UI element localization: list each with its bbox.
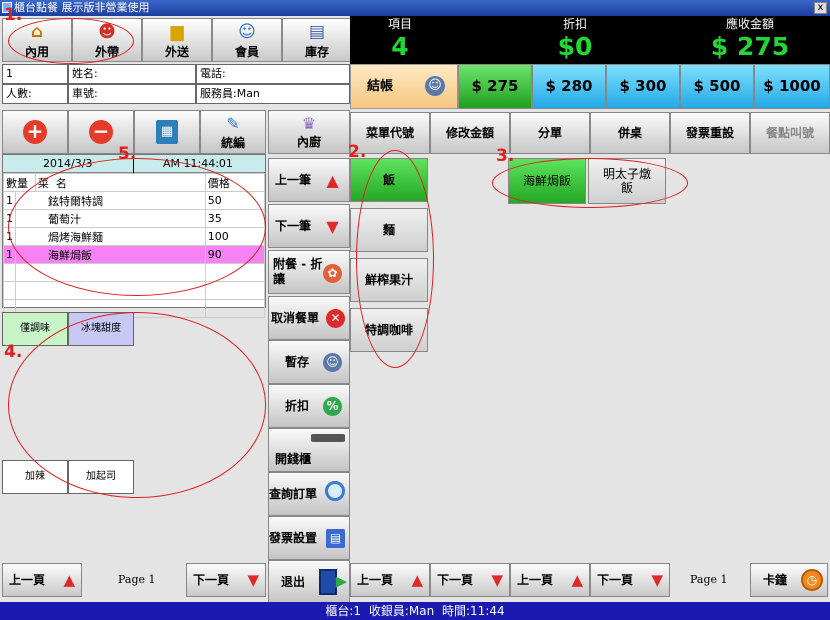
quick-amount-280-button[interactable]: $ 280 bbox=[532, 64, 606, 109]
cashier-icon: ☺ bbox=[425, 76, 445, 96]
add-button[interactable]: + bbox=[2, 110, 68, 154]
annotation-circle-1 bbox=[8, 18, 134, 64]
arrow-down-icon: ▼ bbox=[491, 571, 503, 589]
name-field[interactable]: 姓名: bbox=[68, 64, 196, 84]
search-icon bbox=[325, 481, 345, 501]
close-button[interactable]: x bbox=[814, 2, 827, 14]
inventory-icon: ▤ bbox=[308, 22, 326, 42]
cancel-order-button[interactable]: 取消餐單 ✕ bbox=[268, 296, 350, 340]
item-page-indicator: Page 1 bbox=[690, 573, 728, 586]
discount-stat: 折扣 $0 bbox=[557, 17, 593, 61]
arrow-up-icon: ▲ bbox=[326, 171, 339, 190]
calculator-button[interactable]: ▦ bbox=[134, 110, 200, 154]
exit-door-icon bbox=[319, 569, 337, 595]
split-order-button[interactable]: 分單 bbox=[510, 112, 590, 154]
discount-button[interactable]: 折扣 % bbox=[268, 384, 350, 428]
annotation-circle-4 bbox=[8, 312, 266, 498]
invoice-reset-button[interactable]: 發票重設 bbox=[670, 112, 750, 154]
arrow-down-icon: ▼ bbox=[326, 217, 339, 236]
person-icon: ☺ bbox=[323, 353, 342, 372]
query-order-button[interactable]: 查詢訂單 bbox=[268, 472, 350, 516]
annotation-label-2: 2. bbox=[348, 142, 367, 162]
annotation-label-5: 5. bbox=[118, 144, 137, 164]
previous-item-button[interactable]: 上一筆 ▲ bbox=[268, 158, 350, 202]
arrow-up-icon: ▲ bbox=[411, 571, 423, 589]
status-bar: 櫃台:1 收銀員:Man 時間:11:44 bbox=[0, 602, 830, 620]
kitchen-button[interactable]: ♛ 內廚 bbox=[268, 110, 350, 154]
order-prev-page-button[interactable]: 上一頁 ▲ bbox=[2, 563, 82, 597]
staff-field[interactable]: 服務員:Man bbox=[196, 84, 350, 104]
next-item-button[interactable]: 下一筆 ▼ bbox=[268, 204, 350, 248]
cash-drawer-icon bbox=[311, 434, 345, 442]
category-next-page-button[interactable]: 下一頁 ▼ bbox=[430, 563, 510, 597]
annotation-label-4: 4. bbox=[4, 342, 23, 362]
inventory-button[interactable]: ▤ 庫存 bbox=[282, 18, 352, 62]
category-prev-page-button[interactable]: 上一頁 ▲ bbox=[350, 563, 430, 597]
window-title: 櫃台點餐 展示版非營業使用 bbox=[14, 1, 150, 14]
member-button[interactable]: ☺ 會員 bbox=[212, 18, 282, 62]
order-next-page-button[interactable]: 下一頁 ▼ bbox=[186, 563, 266, 597]
checkout-button[interactable]: 結帳 ☺ bbox=[350, 64, 458, 109]
quick-amount-500-button[interactable]: $ 500 bbox=[680, 64, 754, 109]
quick-amount-1000-button[interactable]: $ 1000 bbox=[754, 64, 830, 109]
member-icon: ☺ bbox=[238, 22, 256, 42]
order-page-indicator: Page 1 bbox=[118, 573, 156, 586]
chef-icon: ♛ bbox=[301, 114, 317, 133]
delivery-button[interactable]: ▆ 外送 bbox=[142, 18, 212, 62]
plus-icon: + bbox=[23, 120, 47, 144]
annotation-circle-5 bbox=[8, 158, 266, 296]
arrow-up-icon: ▲ bbox=[571, 571, 583, 589]
car-number-field[interactable]: 車號: bbox=[68, 84, 196, 104]
clock-icon: ◷ bbox=[801, 569, 823, 591]
annotation-circle-2 bbox=[356, 150, 434, 368]
discount-icon: % bbox=[323, 397, 342, 416]
invoice-icon: ▤ bbox=[326, 529, 345, 548]
table-number-field[interactable]: 1 bbox=[2, 64, 68, 84]
side-dish-icon: ✿ bbox=[323, 264, 342, 283]
annotation-label-3: 3. bbox=[496, 146, 515, 166]
annotation-label-1: 1. bbox=[4, 5, 23, 25]
edit-icon: ✎ bbox=[226, 114, 240, 133]
calculator-icon: ▦ bbox=[156, 120, 178, 144]
hold-order-button[interactable]: 暫存 ☺ bbox=[268, 340, 350, 384]
time-clock-button[interactable]: 卡鐘 ◷ bbox=[750, 563, 828, 597]
quick-amount-275-button[interactable]: $ 275 bbox=[458, 64, 532, 109]
items-stat: 項目 4 bbox=[387, 17, 412, 61]
side-dish-discount-button[interactable]: 附餐 - 折讓 ✿ bbox=[268, 250, 350, 294]
minus-icon: − bbox=[89, 120, 113, 144]
item-next-page-button[interactable]: 下一頁 ▼ bbox=[590, 563, 670, 597]
cancel-icon: ✕ bbox=[326, 309, 345, 328]
arrow-up-icon: ▲ bbox=[63, 571, 75, 589]
guests-field[interactable]: 人數: bbox=[2, 84, 68, 104]
exit-arrow-icon: ▶ bbox=[335, 572, 347, 590]
open-drawer-button[interactable]: 開錢櫃 bbox=[268, 428, 350, 472]
arrow-down-icon: ▼ bbox=[651, 571, 663, 589]
order-call-button[interactable]: 餐點叫號 bbox=[750, 112, 830, 154]
quick-amount-300-button[interactable]: $ 300 bbox=[606, 64, 680, 109]
title-bar: 櫃台點餐 展示版非營業使用 x bbox=[0, 0, 830, 16]
exit-button[interactable]: 退出 ▶ bbox=[268, 560, 350, 604]
annotation-circle-3 bbox=[492, 158, 688, 208]
merge-table-button[interactable]: 併桌 bbox=[590, 112, 670, 154]
total-due-stat: 應收金額 $ 275 bbox=[710, 17, 790, 61]
invoice-settings-button[interactable]: 發票設置 ▤ bbox=[268, 516, 350, 560]
summary-bar: 項目 4 折扣 $0 應收金額 $ 275 bbox=[350, 16, 830, 64]
arrow-down-icon: ▼ bbox=[247, 571, 259, 589]
phone-field[interactable]: 電話: bbox=[196, 64, 350, 84]
car-icon: ▆ bbox=[170, 22, 184, 42]
item-prev-page-button[interactable]: 上一頁 ▲ bbox=[510, 563, 590, 597]
tax-id-button[interactable]: ✎ 統編 bbox=[200, 110, 266, 154]
